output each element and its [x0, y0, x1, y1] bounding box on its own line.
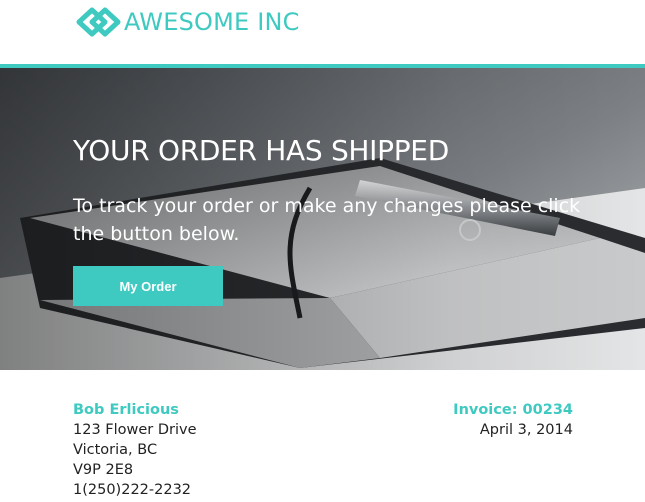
customer-postal-code: V9P 2E8 — [73, 462, 134, 478]
hero-banner: YOUR ORDER HAS SHIPPED To track your ord… — [0, 68, 645, 370]
hero-description: To track your order or make any changes … — [73, 195, 581, 245]
hero-title: YOUR ORDER HAS SHIPPED — [73, 134, 449, 167]
brand-name: AWESOME INC — [124, 8, 300, 36]
invoice-date: April 3, 2014 — [479, 422, 573, 438]
invoice-number: Invoice: 00234 — [453, 402, 573, 418]
customer-street: 123 Flower Drive — [73, 422, 197, 438]
customer-address-block: Bob Erlicious 123 Flower Drive Victoria,… — [73, 400, 197, 500]
customer-name: Bob Erlicious — [73, 402, 179, 418]
my-order-button[interactable]: My Order — [73, 266, 223, 306]
customer-phone: 1(250)222-2232 — [73, 482, 192, 498]
invoice-block: Invoice: 00234 April 3, 2014 — [453, 400, 573, 440]
customer-city: Victoria, BC — [73, 442, 158, 458]
header: AWESOME INC — [0, 0, 645, 64]
diamond-logo-icon — [76, 7, 121, 37]
